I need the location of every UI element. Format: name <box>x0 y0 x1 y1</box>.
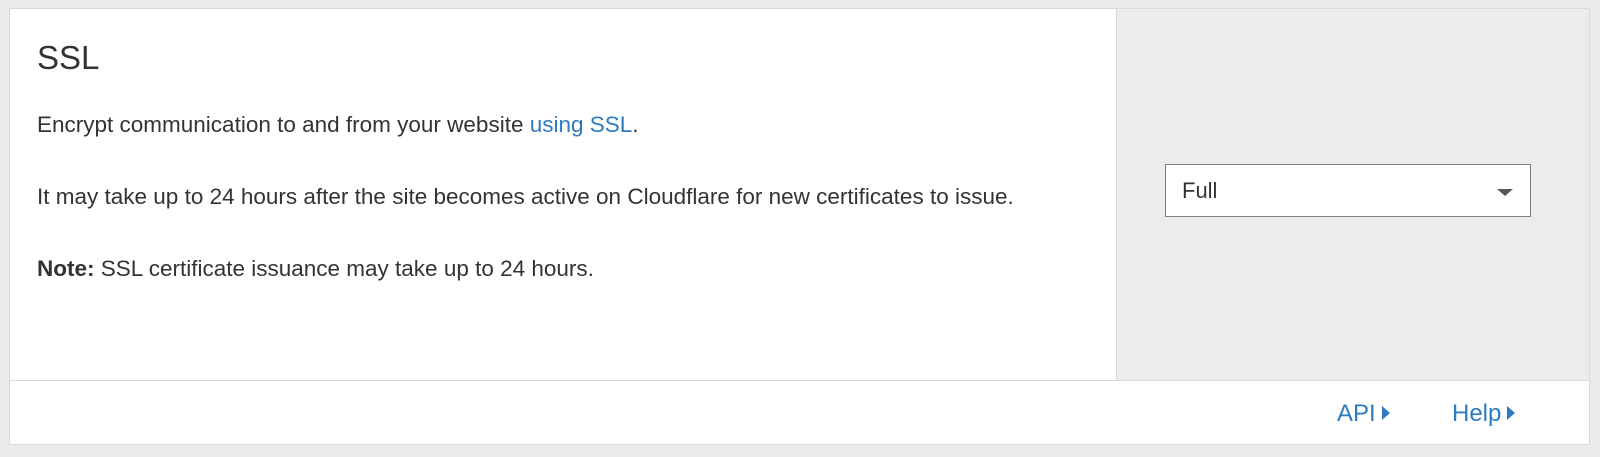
api-link-label: API <box>1337 400 1376 427</box>
issuance-text: It may take up to 24 hours after the sit… <box>37 184 1014 209</box>
help-link[interactable]: Help <box>1452 400 1516 428</box>
card-title: SSL <box>37 39 100 76</box>
note-text: SSL certificate issuance may take up to … <box>94 256 594 281</box>
help-link-label: Help <box>1452 400 1502 427</box>
ssl-card: SSL Encrypt communication to and from yo… <box>9 8 1590 445</box>
description: Encrypt communication to and from your w… <box>37 107 1089 143</box>
caret-right-icon <box>1507 406 1516 420</box>
description-text: Encrypt communication to and from your w… <box>37 112 530 137</box>
using-ssl-link[interactable]: using SSL <box>530 112 633 137</box>
control-panel: Full <box>1116 9 1589 380</box>
api-link[interactable]: API <box>1337 400 1390 428</box>
description-period: . <box>632 112 639 137</box>
ssl-mode-select[interactable]: Full <box>1165 164 1531 217</box>
note: Note: SSL certificate issuance may take … <box>37 251 1089 287</box>
ssl-mode-value: Full <box>1182 178 1218 203</box>
card-body: SSL Encrypt communication to and from yo… <box>10 9 1589 381</box>
caret-right-icon <box>1381 406 1390 420</box>
card-footer: API Help <box>10 381 1589 444</box>
chevron-down-icon <box>1497 189 1513 196</box>
card-content: SSL Encrypt communication to and from yo… <box>10 9 1116 380</box>
note-label: Note: <box>37 256 95 281</box>
